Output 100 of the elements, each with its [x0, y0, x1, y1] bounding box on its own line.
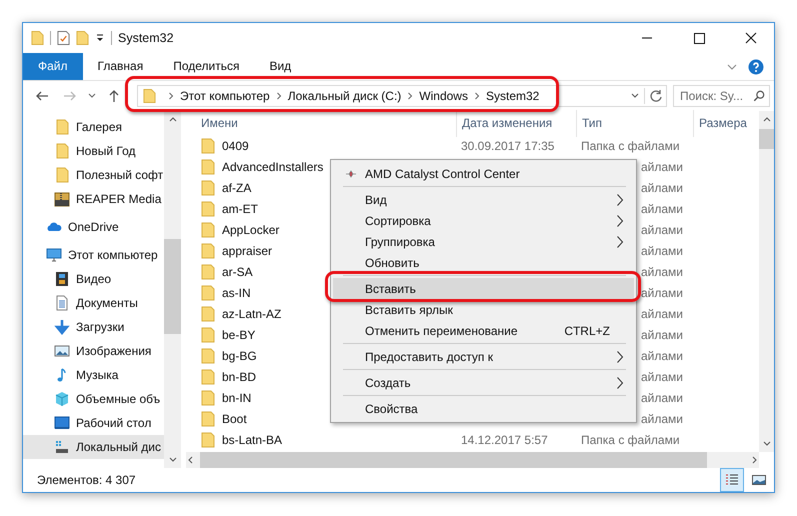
nav-item[interactable]: Полезный софт [76, 168, 164, 182]
menu-item[interactable]: Предоставить доступ к [333, 346, 634, 367]
properties-icon[interactable] [57, 30, 70, 46]
file-name[interactable]: appraiser [222, 244, 272, 258]
desktop-icon [54, 415, 70, 431]
file-type: айлами [641, 348, 684, 362]
column-header[interactable]: Имени [186, 110, 456, 136]
file-name[interactable]: bn-BD [222, 370, 256, 384]
file-name[interactable]: am-ET [222, 202, 258, 216]
folder-icon [200, 306, 216, 322]
file-name[interactable]: az-Latn-AZ [222, 306, 282, 320]
search-field[interactable]: Поиск: Sy... [673, 85, 770, 107]
folder-icon [54, 143, 70, 159]
menu-item[interactable]: Группировка [333, 231, 634, 252]
chevron-icon[interactable] [168, 92, 174, 100]
file-name[interactable]: bs-Latn-BA [222, 432, 282, 446]
menu-item[interactable]: Вставить ярлык [333, 299, 634, 320]
nav-item[interactable]: Объемные объ [76, 392, 160, 406]
nav-item[interactable]: Музыка [76, 368, 118, 382]
file-type: айлами [641, 328, 684, 342]
chevron-icon[interactable] [474, 92, 480, 100]
ribbon-tab[interactable]: Вид [254, 53, 306, 80]
film-icon [54, 271, 70, 287]
file-name[interactable]: as-IN [222, 286, 251, 300]
file-name[interactable]: AdvancedInstallers [222, 160, 324, 174]
menu-item[interactable]: Вид [333, 189, 634, 210]
folder-icon [200, 138, 216, 154]
menu-item[interactable]: Свойства [333, 398, 634, 419]
nav-item[interactable]: Видео [76, 272, 112, 286]
cube-icon [54, 391, 70, 407]
folder-icon [54, 119, 70, 135]
address-bar[interactable]: Этот компьютер Локальный диск (C:) Windows System32 [137, 85, 667, 107]
file-type: айлами [641, 180, 684, 194]
scrollbar-thumb[interactable] [164, 239, 181, 334]
folder-icon [200, 390, 216, 406]
folder-icon [200, 158, 216, 174]
menu-item[interactable]: Отменить переименование CTRL+Z [333, 320, 634, 341]
folder-icon [200, 222, 216, 238]
file-name[interactable]: 0409 [222, 138, 249, 152]
picture-icon [54, 343, 70, 359]
folder-icon [200, 264, 216, 280]
scrollbar[interactable] [759, 111, 774, 452]
chevron-icon[interactable] [407, 92, 414, 100]
ribbon-tab[interactable]: Главная [82, 53, 158, 80]
expand-ribbon-icon[interactable] [726, 62, 738, 70]
nav-item[interactable]: Рабочий стол [76, 416, 152, 430]
file-name[interactable]: Boot [222, 412, 247, 426]
date-modified: 14.12.2017 5:57 [461, 432, 548, 446]
menu-item[interactable]: Сортировка [333, 210, 634, 231]
menu-item[interactable]: Создать [333, 372, 634, 393]
window-title: System32 [118, 31, 174, 45]
nav-item[interactable]: REAPER Media [76, 192, 162, 206]
folder-icon [200, 242, 216, 258]
refresh-icon[interactable] [644, 88, 664, 104]
menu-item[interactable]: Обновить [333, 252, 634, 273]
file-name[interactable]: bn-IN [222, 390, 252, 404]
nav-item[interactable]: OneDrive [68, 220, 119, 234]
folder-icon [200, 326, 216, 342]
folder-icon [200, 348, 216, 364]
file-type: айлами [641, 222, 684, 236]
customize-dropdown-icon[interactable] [95, 33, 105, 43]
chevron-icon[interactable] [276, 92, 282, 100]
scrollbar-thumb[interactable] [759, 129, 774, 149]
help-icon[interactable] [748, 58, 764, 74]
file-type: айлами [641, 202, 684, 216]
breadcrumb[interactable]: Windows [419, 89, 468, 103]
file-name[interactable]: be-BY [222, 328, 256, 342]
nav-item[interactable]: Этот компьютер [68, 248, 158, 262]
breadcrumb[interactable]: System32 [486, 89, 540, 103]
nav-item[interactable]: Галерея [76, 120, 122, 134]
column-header[interactable]: Дата изменения [456, 110, 576, 136]
file-type: айлами [641, 390, 684, 404]
zip-folder-icon [54, 191, 70, 207]
file-name[interactable]: ar-SA [222, 264, 253, 278]
nav-item[interactable]: Документы [76, 296, 138, 310]
details-view-icon[interactable] [720, 468, 744, 492]
breadcrumb[interactable]: Этот компьютер [180, 89, 270, 103]
column-header[interactable]: Тип [576, 110, 693, 136]
file-name[interactable]: af-ZA [222, 180, 252, 194]
nav-item[interactable]: Загрузки [76, 320, 124, 334]
menu-item[interactable]: AMD Catalyst Control Center [333, 163, 634, 184]
menu-item[interactable]: Вставить [333, 278, 634, 299]
breadcrumb[interactable]: Локальный диск (C:) [288, 89, 402, 103]
file-type: Папка с файлами [581, 432, 680, 446]
file-type: айлами [641, 264, 684, 278]
nav-item[interactable]: Новый Год [76, 144, 136, 158]
file-name[interactable]: bg-BG [222, 348, 257, 362]
monitor-icon [46, 247, 62, 263]
folder-icon [200, 200, 216, 216]
document-icon [54, 295, 70, 311]
file-type: айлами [641, 306, 684, 320]
file-type: айлами [641, 286, 684, 300]
file-name[interactable]: AppLocker [222, 222, 280, 236]
nav-item[interactable]: Изображения [76, 344, 152, 358]
folder-icon [200, 410, 216, 426]
ribbon-tab[interactable]: Поделиться [158, 53, 254, 80]
file-type: айлами [641, 160, 684, 174]
drive-icon [54, 439, 70, 455]
scrollbar[interactable] [164, 111, 181, 468]
app-icon [345, 170, 357, 178]
